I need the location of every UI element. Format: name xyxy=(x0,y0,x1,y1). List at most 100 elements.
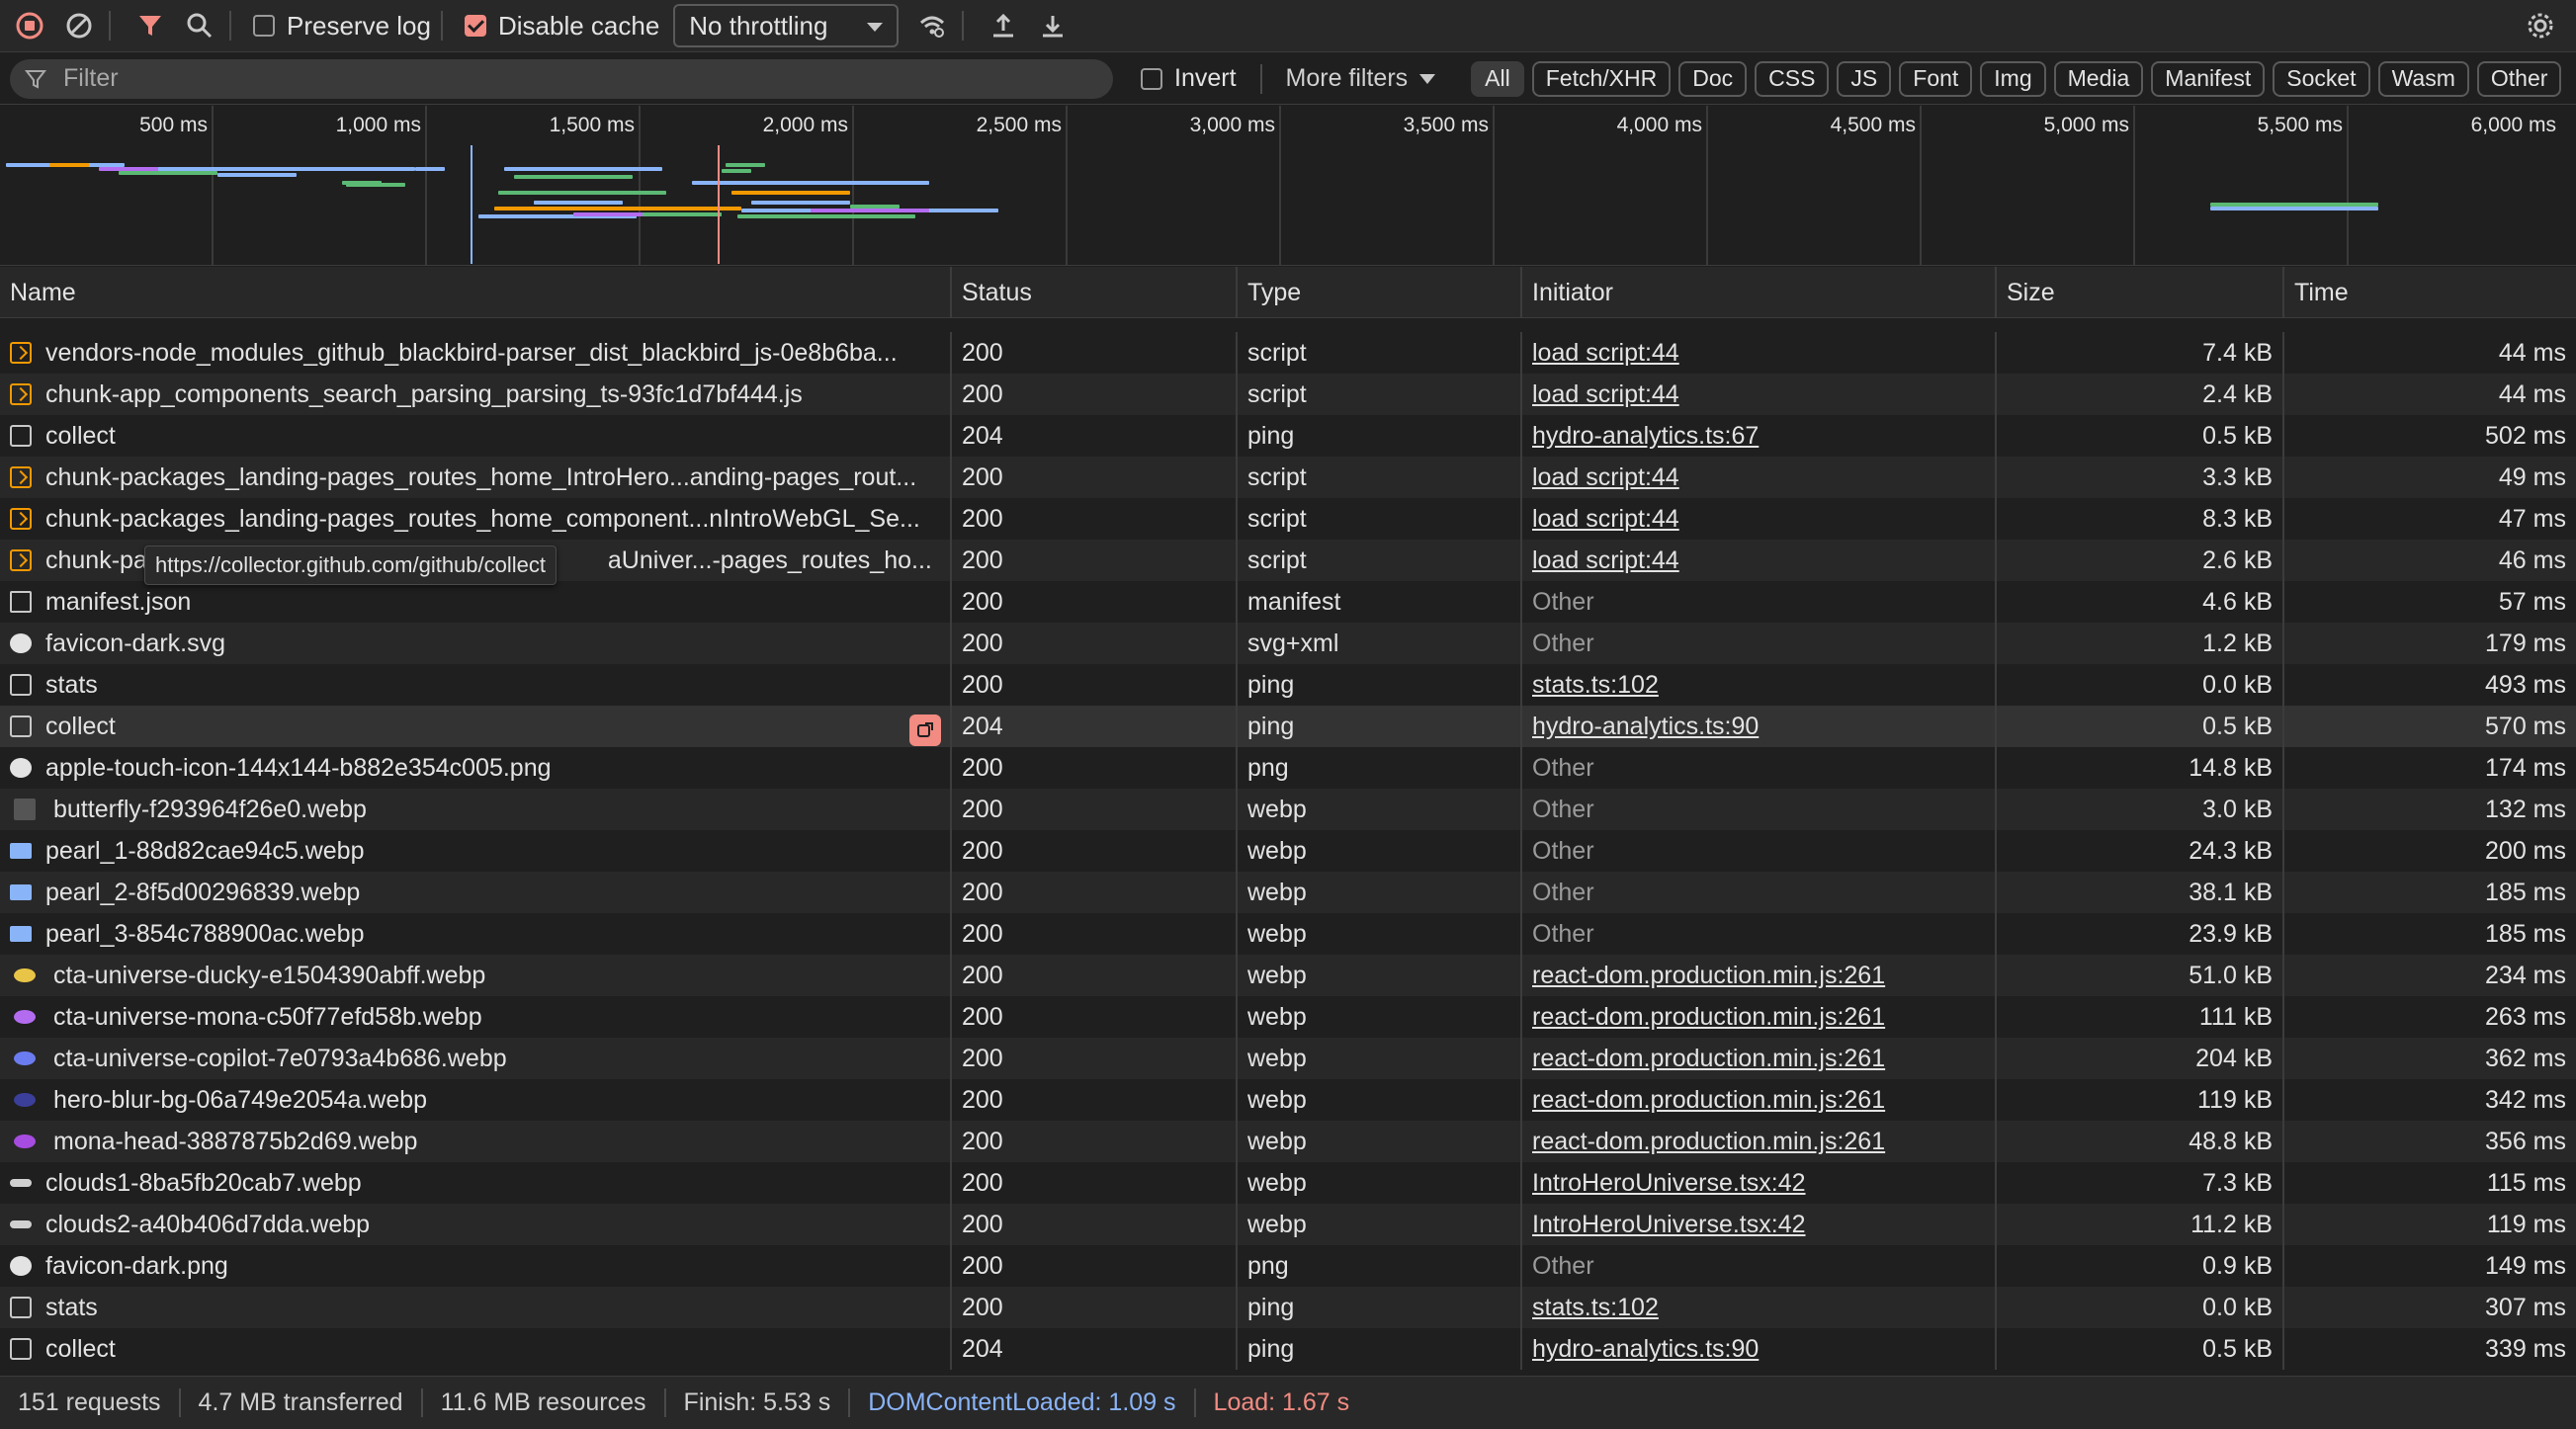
table-row[interactable]: clouds1-8ba5fb20cab7.webp 200 webp IntroHer… xyxy=(0,1162,2576,1204)
table-row[interactable]: manifest.json 200 manifest Other 4.6 kB 57 ms xyxy=(0,581,2576,623)
initiator-link[interactable]: react-dom.production.min.js:261 xyxy=(1532,1086,1885,1115)
cell-name[interactable]: hero-blur-bg-06a749e2054a.webp xyxy=(0,1079,952,1121)
import-har-icon[interactable] xyxy=(984,6,1023,45)
checkbox-box[interactable] xyxy=(253,15,275,37)
cell-name[interactable]: mona-head-3887875b2d69.webp xyxy=(0,1121,952,1162)
table-row[interactable]: vendors-node_modules_github_blackbird-pa… xyxy=(0,332,2576,374)
cell-name[interactable]: clouds1-8ba5fb20cab7.webp xyxy=(0,1162,952,1204)
table-row[interactable]: stats 200 ping stats.ts:102 0.0 kB 307 ms xyxy=(0,1287,2576,1328)
clear-icon[interactable] xyxy=(59,6,99,45)
table-row[interactable]: favicon-dark.svg 200 svg+xml Other 1.2 kB 179… xyxy=(0,623,2576,664)
checkbox-box-checked[interactable] xyxy=(464,15,486,37)
cell-name[interactable]: stats xyxy=(0,664,952,706)
cell-name[interactable]: pearl_3-854c788900ac.webp xyxy=(0,913,952,955)
cell-name[interactable]: apple-touch-icon-144x144-b882e354c005.pn… xyxy=(0,747,952,789)
cell-name[interactable]: chunk-packages_landing-pages_routes_home… xyxy=(0,498,952,540)
network-overview-timeline[interactable]: 500 ms 1,000 ms 1,500 ms 2,000 ms 2,500 … xyxy=(0,106,2576,266)
table-row[interactable]: pearl_2-8f5d00296839.webp 200 webp Other 38.… xyxy=(0,872,2576,913)
initiator-link[interactable]: hydro-analytics.ts:67 xyxy=(1532,422,1759,451)
table-row[interactable]: stats 200 ping stats.ts:102 0.0 kB 493 ms xyxy=(0,664,2576,706)
gear-icon[interactable] xyxy=(2521,6,2560,45)
cell-name[interactable]: cta-universe-mona-c50f77efd58b.webp xyxy=(0,996,952,1038)
network-conditions-icon[interactable] xyxy=(912,6,952,45)
request-initiator-badge[interactable] xyxy=(909,714,941,746)
cell-name[interactable]: collect xyxy=(0,415,952,457)
cell-name[interactable]: cta-universe-ducky-e1504390abff.webp xyxy=(0,955,952,996)
column-header-status[interactable]: Status xyxy=(952,267,1238,318)
filter-input[interactable]: Filter xyxy=(10,58,1113,99)
cell-name[interactable]: stats xyxy=(0,1287,952,1328)
initiator-link[interactable]: load script:44 xyxy=(1532,505,1679,534)
cell-name[interactable]: cta-universe-copilot-7e0793a4b686.webp xyxy=(0,1038,952,1079)
cell-name[interactable]: clouds2-a40b406d7dda.webp xyxy=(0,1204,952,1245)
chip-css[interactable]: CSS xyxy=(1755,60,1830,97)
chip-socket[interactable]: Socket xyxy=(2273,60,2370,97)
table-row[interactable]: hero-blur-bg-06a749e2054a.webp 200 webp rea… xyxy=(0,1079,2576,1121)
initiator-link[interactable]: IntroHeroUniverse.tsx:42 xyxy=(1532,1211,1806,1239)
chip-font[interactable]: Font xyxy=(1899,60,1973,97)
table-row[interactable]: cta-universe-copilot-7e0793a4b686.webp 20… xyxy=(0,1038,2576,1079)
initiator-link[interactable]: stats.ts:102 xyxy=(1532,1294,1659,1322)
initiator-link[interactable]: hydro-analytics.ts:90 xyxy=(1532,713,1759,741)
initiator-link[interactable]: load script:44 xyxy=(1532,463,1679,492)
throttling-select[interactable]: No throttling xyxy=(673,4,900,47)
filter-icon[interactable] xyxy=(130,6,170,45)
table-row[interactable]: chunk-packages_landing-pages_routes_home… xyxy=(0,457,2576,498)
cell-name[interactable]: butterfly-f293964f26e0.webp xyxy=(0,789,952,830)
checkbox-box[interactable] xyxy=(1141,67,1162,90)
chip-all[interactable]: All xyxy=(1471,60,1524,97)
table-row[interactable]: apple-touch-icon-144x144-b882e354c005.pn… xyxy=(0,747,2576,789)
initiator-link[interactable]: react-dom.production.min.js:261 xyxy=(1532,962,1885,990)
table-row[interactable]: collect 204 ping hydro-analytics.ts:67 0.5 k… xyxy=(0,415,2576,457)
chip-js[interactable]: JS xyxy=(1837,60,1892,97)
initiator-link[interactable]: load script:44 xyxy=(1532,546,1679,575)
export-har-icon[interactable] xyxy=(1033,6,1073,45)
table-row[interactable]: collect 204 ping hydro-analytics.ts:90 0.5 k… xyxy=(0,706,2576,747)
chip-doc[interactable]: Doc xyxy=(1678,60,1748,97)
chip-fetch-xhr[interactable]: Fetch/XHR xyxy=(1531,60,1672,97)
cell-name[interactable]: pearl_1-88d82cae94c5.webp xyxy=(0,830,952,872)
chip-other[interactable]: Other xyxy=(2476,60,2562,97)
table-row[interactable]: butterfly-f293964f26e0.webp 200 webp Other 3… xyxy=(0,789,2576,830)
chip-manifest[interactable]: Manifest xyxy=(2151,60,2266,97)
cell-name[interactable]: collect xyxy=(0,706,952,747)
initiator-link[interactable]: load script:44 xyxy=(1532,380,1679,409)
initiator-link[interactable]: react-dom.production.min.js:261 xyxy=(1532,1128,1885,1156)
chip-img[interactable]: Img xyxy=(1980,60,2046,97)
cell-name[interactable]: manifest.json xyxy=(0,581,952,623)
table-row[interactable]: pearl_3-854c788900ac.webp 200 webp Other 23.… xyxy=(0,913,2576,955)
column-header-initiator[interactable]: Initiator xyxy=(1522,267,1997,318)
cell-name[interactable]: vendors-node_modules_github_blackbird-pa… xyxy=(0,332,952,374)
cell-name[interactable]: favicon-dark.png xyxy=(0,1245,952,1287)
invert-checkbox[interactable]: Invert xyxy=(1141,64,1237,93)
table-row[interactable]: pearl_1-88d82cae94c5.webp 200 webp Other 24.… xyxy=(0,830,2576,872)
more-filters-dropdown[interactable]: More filters xyxy=(1286,64,1436,93)
initiator-link[interactable]: load script:44 xyxy=(1532,339,1679,368)
chip-wasm[interactable]: Wasm xyxy=(2377,60,2469,97)
table-row[interactable]: mona-head-3887875b2d69.webp 200 webp react-… xyxy=(0,1121,2576,1162)
table-row[interactable]: chunk-packages_landing-pages_routes_home… xyxy=(0,498,2576,540)
column-header-size[interactable]: Size xyxy=(1997,267,2284,318)
table-row[interactable]: clouds2-a40b406d7dda.webp 200 webp IntroHer… xyxy=(0,1204,2576,1245)
stop-recording-icon[interactable] xyxy=(10,6,49,45)
table-row[interactable]: favicon-dark.png 200 png Other 0.9 kB 149 ms xyxy=(0,1245,2576,1287)
cell-name[interactable]: chunk-packages_landing-pages_routes_home… xyxy=(0,457,952,498)
chip-media[interactable]: Media xyxy=(2053,60,2144,97)
initiator-link[interactable]: react-dom.production.min.js:261 xyxy=(1532,1045,1885,1073)
table-row[interactable]: chunk-app_components_search_parsing_pars… xyxy=(0,374,2576,415)
disable-cache-checkbox[interactable]: Disable cache xyxy=(464,11,659,42)
table-row[interactable]: cta-universe-ducky-e1504390abff.webp 200 w… xyxy=(0,955,2576,996)
column-header-name[interactable]: Name xyxy=(0,267,952,318)
preserve-log-checkbox[interactable]: Preserve log xyxy=(253,11,431,42)
cell-name[interactable]: chunk-app_components_search_parsing_pars… xyxy=(0,374,952,415)
initiator-link[interactable]: hydro-analytics.ts:90 xyxy=(1532,1335,1759,1364)
initiator-link[interactable]: stats.ts:102 xyxy=(1532,671,1659,700)
table-row[interactable]: collect 204 ping hydro-analytics.ts:90 0.5 k… xyxy=(0,1328,2576,1370)
search-icon[interactable] xyxy=(180,6,219,45)
cell-name[interactable]: collect xyxy=(0,1328,952,1370)
column-header-type[interactable]: Type xyxy=(1238,267,1522,318)
initiator-link[interactable]: react-dom.production.min.js:261 xyxy=(1532,1003,1885,1032)
column-header-time[interactable]: Time xyxy=(2284,267,2576,318)
cell-name[interactable]: favicon-dark.svg xyxy=(0,623,952,664)
table-row[interactable]: cta-universe-mona-c50f77efd58b.webp 200 we… xyxy=(0,996,2576,1038)
